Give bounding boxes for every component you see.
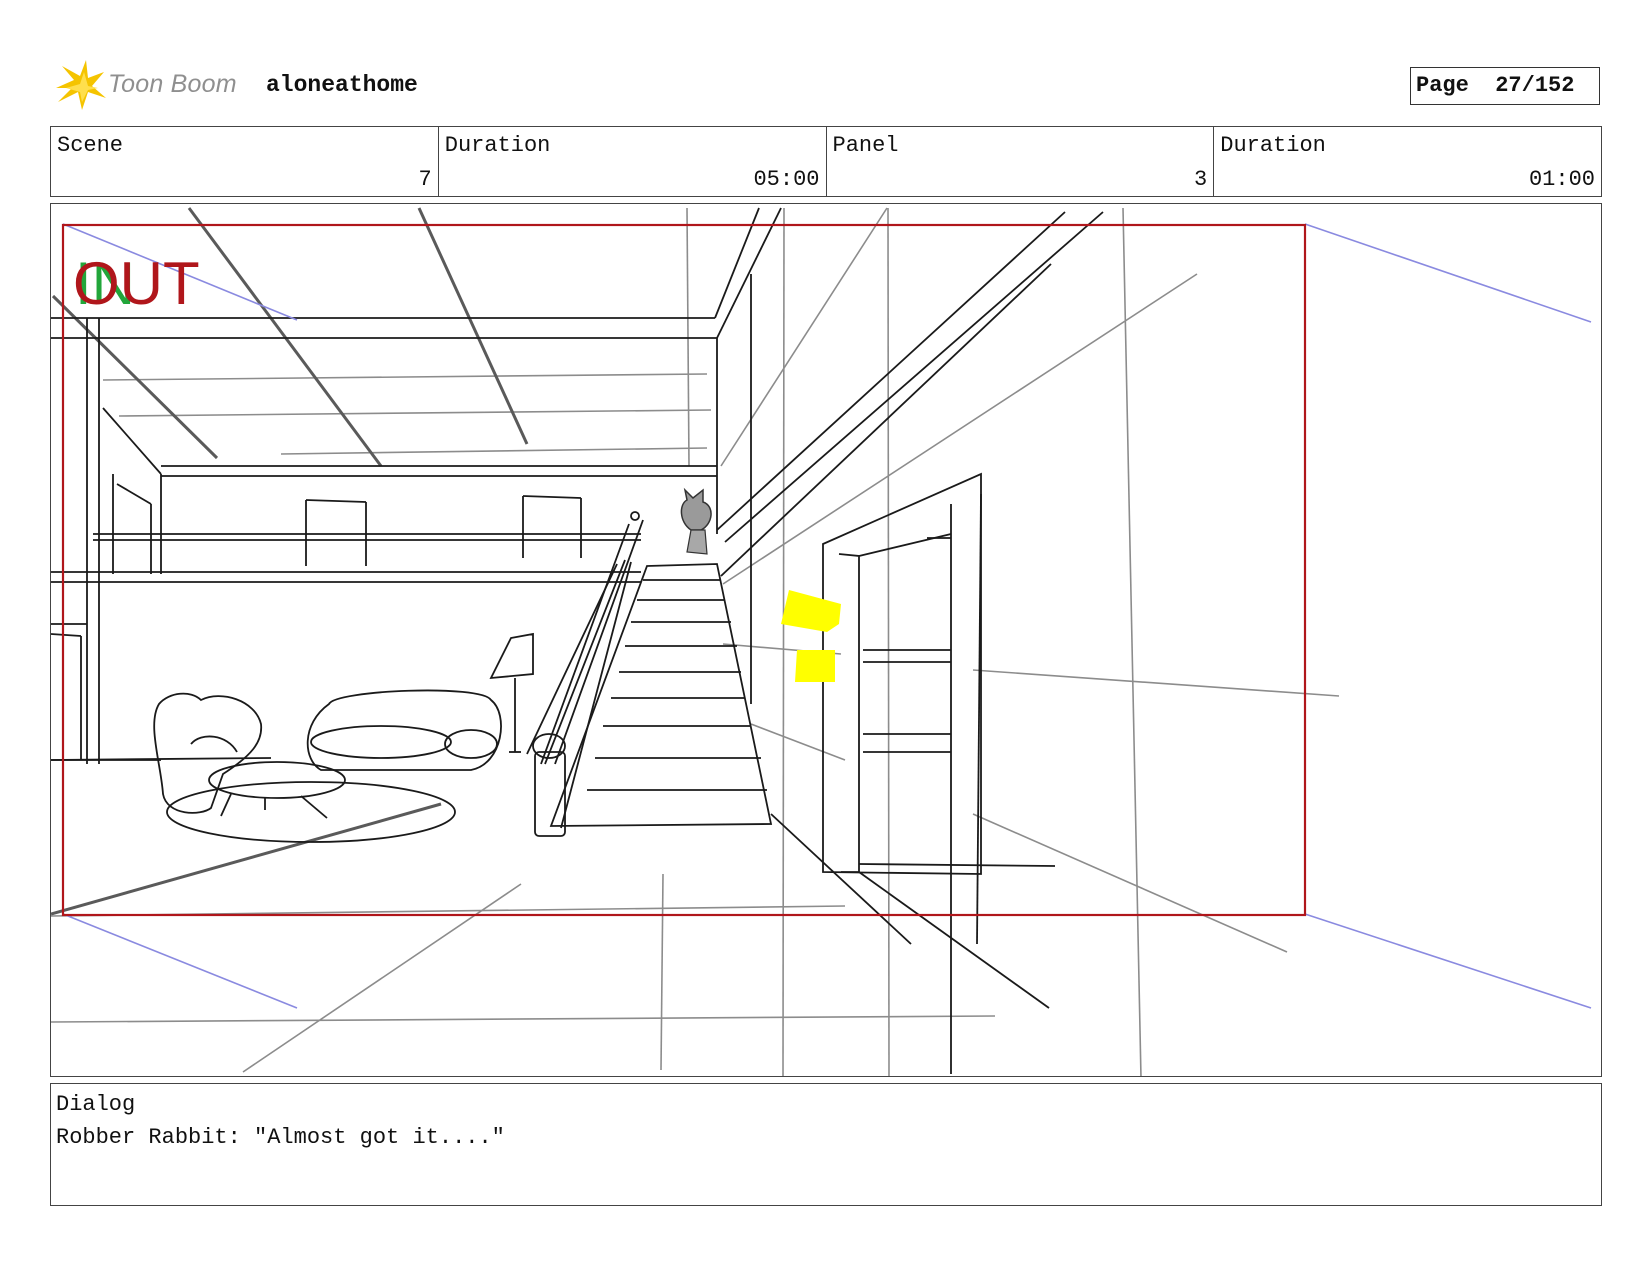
scene-duration-cell: Duration 05:00 [439,127,827,196]
highlight-marks [781,590,841,682]
panel-value: 3 [1194,167,1208,192]
camera-frame [61,223,1307,917]
panel-sketch: IN OUT [51,207,1592,1076]
panel-duration-cell: Duration 01:00 [1214,127,1601,196]
page-label: Page [1416,73,1469,98]
panel-duration-label: Duration [1220,133,1326,158]
panel-cell: Panel 3 [827,127,1215,196]
scene-duration-value: 05:00 [753,167,820,192]
page-indicator: Page 27/152 [1410,67,1600,105]
out-marker: OUT [73,250,200,317]
panel-info-row: Scene 7 Duration 05:00 Panel 3 Duration … [50,126,1602,197]
panel-duration-value: 01:00 [1528,167,1595,192]
room-architecture [51,207,1104,1074]
scene-cell: Scene 7 [51,127,439,196]
scene-duration-label: Duration [444,133,551,158]
storyboard-panel: IN OUT [50,203,1602,1077]
brand-name: Toon Boom [108,70,237,98]
robber-rabbit-sketch [680,487,712,555]
panel-label: Panel [832,133,899,158]
stair-treads [587,579,767,791]
page-number: 27/152 [1495,73,1575,98]
scene-label: Scene [57,133,124,158]
dialog-label: Dialog [56,1092,136,1117]
dialog-text: Robber Rabbit: "Almost got it...." [56,1125,505,1150]
scene-value: 7 [418,167,432,192]
dialog-box: Dialog Robber Rabbit: "Almost got it....… [50,1083,1602,1206]
project-title: aloneathome [266,72,418,98]
